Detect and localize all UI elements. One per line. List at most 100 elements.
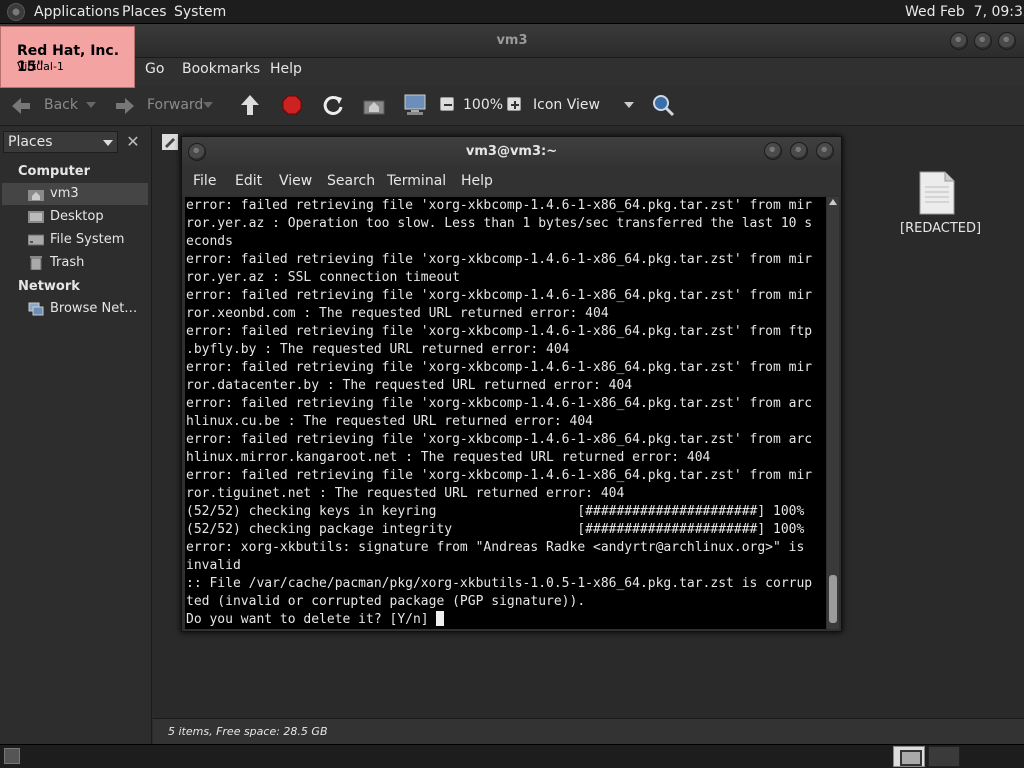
terminal-line: invalid	[186, 558, 241, 573]
maximize-button[interactable]	[974, 32, 992, 50]
sidebar-item-trash[interactable]: Trash	[2, 252, 148, 274]
sidebar-item-label: vm3	[50, 186, 79, 201]
close-button[interactable]	[998, 32, 1016, 50]
menu-help[interactable]: Help	[270, 61, 302, 77]
close-sidebar-icon[interactable]: ✕	[124, 133, 142, 151]
network-icon	[28, 302, 44, 316]
edit-location-icon[interactable]	[162, 134, 178, 150]
home-folder-icon	[28, 190, 44, 201]
terminal-menubar: File Edit View Search Terminal Help	[182, 167, 841, 195]
window-title: vm3	[496, 33, 528, 48]
back-button[interactable]: Back	[44, 97, 78, 113]
terminal-menu-view[interactable]: View	[279, 173, 312, 189]
terminal-line: error: failed retrieving file 'xorg-xkbc…	[186, 432, 813, 447]
sidebar-mode-label: Places	[8, 134, 53, 150]
terminal-line: ror.datacenter.by : The requested URL re…	[186, 378, 633, 393]
sidebar-header-network: Network	[18, 279, 80, 294]
terminal-line: error: failed retrieving file 'xorg-xkbc…	[186, 198, 813, 213]
status-text: 5 items, Free space: 28.5 GB	[168, 725, 328, 738]
search-icon[interactable]	[651, 93, 675, 117]
sidebar-item-file-system[interactable]: File System	[2, 229, 148, 251]
clock[interactable]: Wed Feb 7, 09:32	[905, 4, 1024, 20]
terminal-close-button[interactable]	[816, 142, 834, 160]
minus-icon	[444, 104, 452, 106]
back-dropdown-icon[interactable]	[86, 102, 96, 110]
tooltip-subtitle: Virtual-1	[17, 60, 64, 73]
terminal-line: .byfly.by : The requested URL returned e…	[186, 342, 570, 357]
zoom-in-button[interactable]	[507, 97, 521, 111]
file-manager-toolbar: Back Forward 100% Icon View	[0, 86, 1024, 126]
places-sidebar: Places ✕ Computer vm3 Desktop File Syste…	[0, 127, 152, 744]
top-panel: Applications Places System Wed Feb 7, 09…	[0, 0, 1024, 24]
forward-arrow-icon[interactable]	[114, 96, 136, 116]
terminal-line: error: failed retrieving file 'xorg-xkbc…	[186, 396, 813, 411]
terminal-maximize-button[interactable]	[790, 142, 808, 160]
terminal-line: ror.yer.az : SSL connection timeout	[186, 270, 460, 285]
forward-dropdown-icon[interactable]	[203, 102, 213, 110]
terminal-menu-search[interactable]: Search	[327, 173, 375, 189]
terminal-line: (52/52) checking keys in keyring [######…	[186, 504, 805, 519]
bottom-panel	[0, 744, 1024, 768]
terminal-line: ror.xeonbd.com : The requested URL retur…	[186, 306, 609, 321]
sidebar-item-label: Trash	[50, 255, 85, 270]
terminal-line: error: failed retrieving file 'xorg-xkbc…	[186, 252, 813, 267]
sidebar-item-browse-network[interactable]: Browse Net…	[2, 298, 148, 320]
back-arrow-icon[interactable]	[10, 96, 32, 116]
trash-icon	[30, 256, 42, 270]
terminal-menu-help[interactable]: Help	[461, 173, 493, 189]
drive-icon	[28, 234, 44, 246]
terminal-line: error: failed retrieving file 'xorg-xkbc…	[186, 324, 813, 339]
terminal-window[interactable]: vm3@vm3:~ File Edit View Search Terminal…	[181, 136, 842, 632]
stop-icon[interactable]	[282, 95, 302, 115]
sidebar-item-label: Browse Net…	[50, 301, 138, 316]
terminal-menu-edit[interactable]: Edit	[235, 173, 262, 189]
places-menu[interactable]: Places	[122, 4, 167, 20]
reload-icon[interactable]	[322, 94, 344, 116]
applications-menu[interactable]: Applications	[34, 4, 120, 20]
chevron-down-icon	[103, 140, 113, 146]
forward-button[interactable]: Forward	[147, 97, 203, 113]
terminal-line: :: File /var/cache/pacman/pkg/xorg-xkbut…	[186, 576, 813, 591]
terminal-line: (52/52) checking package integrity [####…	[186, 522, 805, 537]
scroll-up-icon[interactable]	[829, 199, 837, 205]
sidebar-item-desktop[interactable]: Desktop	[2, 206, 148, 228]
view-mode-dropdown-icon[interactable]	[624, 102, 634, 110]
show-desktop-icon[interactable]	[4, 748, 20, 764]
terminal-minimize-button[interactable]	[764, 142, 782, 160]
system-logo-icon[interactable]	[7, 3, 25, 21]
file-item[interactable]: [REDACTED]	[900, 171, 982, 243]
home-folder-icon[interactable]	[363, 95, 385, 115]
zoom-level: 100%	[463, 97, 504, 113]
sidebar-item-vm3[interactable]: vm3	[2, 183, 148, 205]
file-manager-titlebar[interactable]: vm3	[0, 24, 1024, 58]
display-tooltip: Red Hat, Inc. 15" Virtual-1	[0, 26, 135, 88]
zoom-out-button[interactable]	[440, 97, 454, 111]
status-bar: 5 items, Free space: 28.5 GB	[153, 718, 1024, 744]
menu-bookmarks[interactable]: Bookmarks	[182, 61, 260, 77]
system-menu[interactable]: System	[174, 4, 226, 20]
terminal-line: ror.yer.az : Operation too slow. Less th…	[186, 216, 813, 231]
file-name: [REDACTED]	[900, 221, 982, 236]
terminal-menu-terminal[interactable]: Terminal	[387, 173, 446, 189]
sidebar-item-label: Desktop	[50, 209, 104, 224]
scrollbar-thumb[interactable]	[829, 575, 837, 623]
terminal-output[interactable]: error: failed retrieving file 'xorg-xkbc…	[185, 197, 826, 629]
sidebar-mode-select[interactable]: Places	[3, 131, 118, 153]
menu-go[interactable]: Go	[145, 61, 164, 77]
sidebar-item-label: File System	[50, 232, 125, 247]
up-arrow-icon[interactable]	[240, 94, 260, 116]
terminal-scrollbar[interactable]	[827, 197, 839, 629]
terminal-line: econds	[186, 234, 233, 249]
workspace-2[interactable]	[928, 746, 960, 767]
terminal-menu-file[interactable]: File	[193, 173, 216, 189]
terminal-line: ted (invalid or corrupted package (PGP s…	[186, 594, 586, 609]
terminal-line: error: xorg-xkbutils: signature from "An…	[186, 540, 805, 555]
workspace-1[interactable]	[893, 746, 925, 767]
sidebar-header-computer: Computer	[18, 164, 91, 179]
terminal-titlebar[interactable]: vm3@vm3:~	[182, 137, 841, 167]
terminal-title: vm3@vm3:~	[465, 144, 558, 159]
terminal-line: error: failed retrieving file 'xorg-xkbc…	[186, 360, 813, 375]
computer-icon[interactable]	[403, 94, 427, 116]
view-mode-select[interactable]: Icon View	[533, 97, 600, 113]
minimize-button[interactable]	[950, 32, 968, 50]
